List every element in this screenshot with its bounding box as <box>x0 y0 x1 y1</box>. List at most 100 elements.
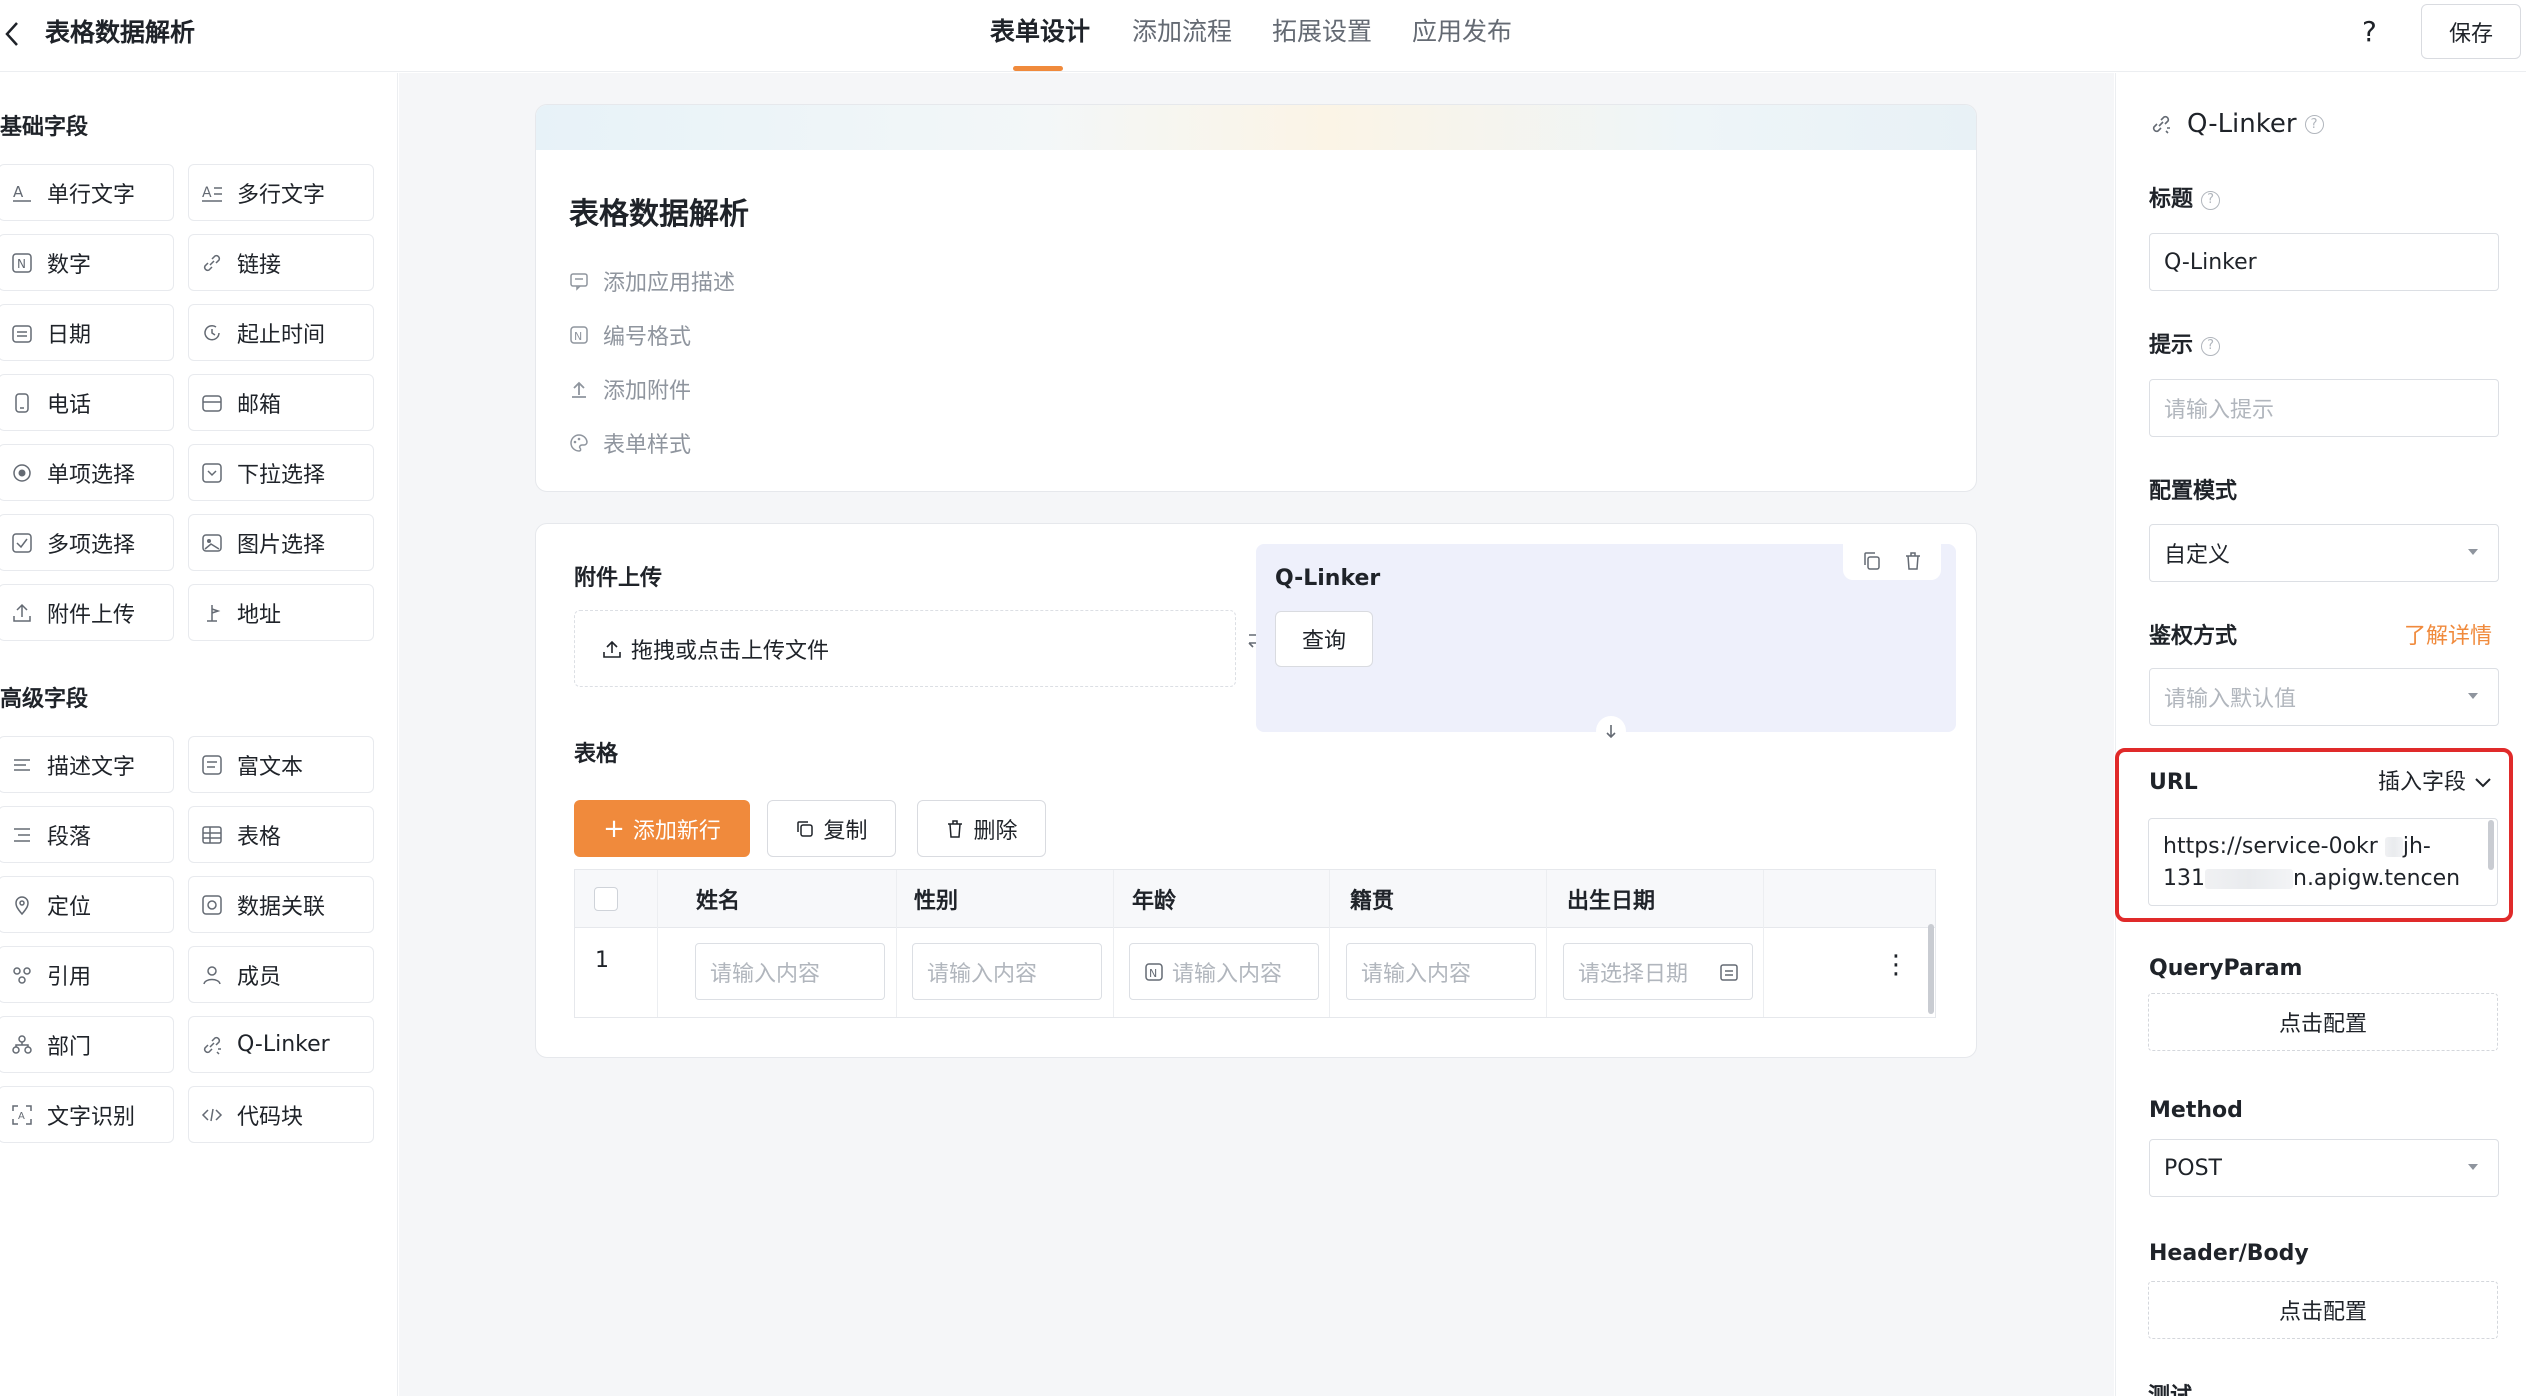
age-cell-input[interactable]: N 请输入内容 <box>1129 943 1319 1000</box>
field-checkbox[interactable]: 多项选择 <box>0 514 174 571</box>
q-linker-field-selected[interactable]: Q-Linker 查询 <box>1256 542 1956 746</box>
field-ocr[interactable]: A 文字识别 <box>0 1086 174 1143</box>
field-reference[interactable]: 引用 <box>0 946 174 1003</box>
svg-text:A: A <box>13 183 24 201</box>
field-rich-text[interactable]: 富文本 <box>188 736 374 793</box>
arrow-down-icon[interactable] <box>1596 716 1626 746</box>
copy-icon <box>795 819 815 839</box>
paragraph-icon <box>11 824 33 846</box>
help-icon[interactable]: ? <box>2362 15 2377 49</box>
help-circle-icon[interactable]: ? <box>2304 114 2324 134</box>
number-icon: N <box>11 252 33 274</box>
field-toolbar <box>1843 542 1941 580</box>
gender-cell-input[interactable]: 请输入内容 <box>912 943 1102 1000</box>
radio-icon <box>11 462 33 484</box>
name-cell-input[interactable]: 请输入内容 <box>695 943 885 1000</box>
form-body-card: 附件上传 拖拽或点击上传文件 Q-Linker 查询 表格 + 添加新行 复制 … <box>535 523 1977 1058</box>
panel-header: Q-Linker ? <box>2149 109 2324 139</box>
field-phone[interactable]: 电话 <box>0 374 174 431</box>
add-description-option[interactable]: 添加应用描述 <box>569 265 735 297</box>
member-icon <box>201 964 223 986</box>
copy-icon[interactable] <box>1861 550 1883 572</box>
form-style-option[interactable]: 表单样式 <box>569 427 691 459</box>
help-circle-icon[interactable]: ? <box>2201 336 2221 356</box>
q-linker-icon <box>201 1034 223 1056</box>
row-more-icon[interactable]: ⋮ <box>1883 950 1909 980</box>
field-attachment[interactable]: 附件上传 <box>0 584 174 641</box>
config-mode-label: 配置模式 <box>2149 479 2238 504</box>
trash-icon[interactable] <box>1902 550 1924 572</box>
field-multi-line-text[interactable]: A 多行文字 <box>188 164 374 221</box>
url-scrollbar[interactable] <box>2488 820 2494 870</box>
field-description[interactable]: 描述文字 <box>0 736 174 793</box>
learn-more-link[interactable]: 了解详情 <box>2404 622 2492 652</box>
chevron-left-icon[interactable] <box>0 16 24 52</box>
add-attachment-option[interactable]: 添加附件 <box>569 373 691 405</box>
svg-text:N: N <box>17 257 26 271</box>
save-button[interactable]: 保存 <box>2421 4 2521 59</box>
field-table[interactable]: 表格 <box>188 806 374 863</box>
header-body-config-button[interactable]: 点击配置 <box>2148 1281 2498 1339</box>
checkbox-icon <box>11 532 33 554</box>
field-address[interactable]: 地址 <box>188 584 374 641</box>
tab-publish[interactable]: 应用发布 <box>1412 15 1512 49</box>
field-image-select[interactable]: 图片选择 <box>188 514 374 571</box>
field-radio[interactable]: 单项选择 <box>0 444 174 501</box>
title-input[interactable]: Q-Linker <box>2149 233 2499 291</box>
column-divider <box>896 870 897 1017</box>
url-textarea[interactable]: https://service-0okr jh- 131 n.apigw.tenc… <box>2148 818 2498 906</box>
table-scrollbar[interactable] <box>1928 924 1934 1014</box>
hint-label: 提示? <box>2149 331 2221 361</box>
field-member[interactable]: 成员 <box>188 946 374 1003</box>
field-link[interactable]: 链接 <box>188 234 374 291</box>
upload-dropzone[interactable]: 拖拽或点击上传文件 <box>574 610 1236 687</box>
insert-field-dropdown[interactable]: 插入字段 <box>2378 768 2492 798</box>
config-mode-select[interactable]: 自定义 <box>2149 524 2499 582</box>
form-title[interactable]: 表格数据解析 <box>569 195 749 235</box>
active-tab-indicator <box>1013 66 1063 71</box>
copy-button[interactable]: 复制 <box>767 800 896 857</box>
basic-fields-title: 基础字段 <box>0 115 89 140</box>
field-dropdown[interactable]: 下拉选择 <box>188 444 374 501</box>
add-row-button[interactable]: + 添加新行 <box>574 800 750 857</box>
hometown-cell-input[interactable]: 请输入内容 <box>1346 943 1536 1000</box>
birthdate-cell-input[interactable]: 请选择日期 <box>1563 943 1753 1000</box>
field-department[interactable]: 部门 <box>0 1016 174 1073</box>
field-position[interactable]: 定位 <box>0 876 174 933</box>
tab-form-design[interactable]: 表单设计 <box>990 15 1090 49</box>
field-number[interactable]: N 数字 <box>0 234 174 291</box>
tab-add-flow[interactable]: 添加流程 <box>1132 15 1232 49</box>
dropdown-caret-icon <box>2468 1164 2478 1170</box>
column-divider <box>1546 870 1547 1017</box>
column-divider <box>657 870 658 1017</box>
auth-select[interactable]: 请输入默认值 <box>2149 668 2499 726</box>
ocr-icon: A <box>11 1104 33 1126</box>
hint-input[interactable]: 请输入提示 <box>2149 379 2499 437</box>
date-icon <box>11 322 33 344</box>
test-label: 测试 <box>2148 1382 2192 1396</box>
department-icon <box>11 1034 33 1056</box>
query-param-config-button[interactable]: 点击配置 <box>2148 993 2498 1051</box>
column-divider <box>1329 870 1330 1017</box>
field-time-range[interactable]: 起止时间 <box>188 304 374 361</box>
column-header-name: 姓名 <box>696 889 741 914</box>
query-button[interactable]: 查询 <box>1275 611 1373 667</box>
field-paragraph[interactable]: 段落 <box>0 806 174 863</box>
position-icon <box>11 894 33 916</box>
tab-extend-settings[interactable]: 拓展设置 <box>1272 15 1372 49</box>
field-single-line-text[interactable]: A 单行文字 <box>0 164 174 221</box>
upload-icon <box>11 602 33 624</box>
field-q-linker[interactable]: Q-Linker <box>188 1016 374 1073</box>
method-select[interactable]: POST <box>2149 1139 2499 1197</box>
field-mail[interactable]: 邮箱 <box>188 374 374 431</box>
field-code-block[interactable]: 代码块 <box>188 1086 374 1143</box>
calendar-icon <box>1718 961 1740 983</box>
select-all-checkbox[interactable] <box>594 887 618 911</box>
table-field-label: 表格 <box>574 742 619 767</box>
column-header-hometown: 籍贯 <box>1350 889 1395 914</box>
help-circle-icon[interactable]: ? <box>2201 190 2221 210</box>
number-format-option[interactable]: N 编号格式 <box>569 319 691 351</box>
field-data-link[interactable]: 数据关联 <box>188 876 374 933</box>
delete-button[interactable]: 删除 <box>917 800 1046 857</box>
field-date[interactable]: 日期 <box>0 304 174 361</box>
